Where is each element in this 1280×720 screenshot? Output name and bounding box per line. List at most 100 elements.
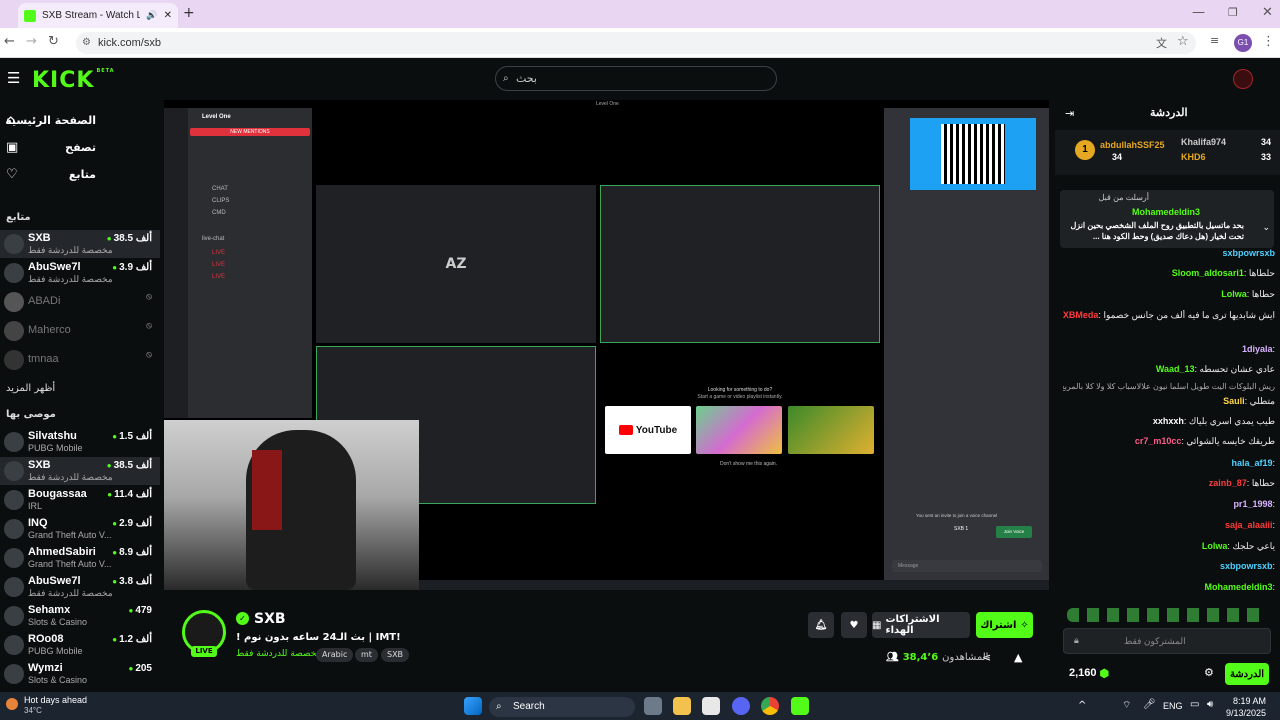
- channel-points[interactable]: 2,160 ⬢: [1069, 667, 1109, 680]
- following-channel-abuswe7l[interactable]: AbuSwe7l مخصصة للدردشة فقط 3.9 ألف: [0, 259, 160, 287]
- reload-icon[interactable]: ↻: [48, 34, 59, 49]
- recommended-channel[interactable]: AbuSwe7l مخصصة للدردشة فقط 3.8 ألف: [0, 573, 160, 601]
- forward-icon[interactable]: →: [26, 34, 37, 49]
- channel-name[interactable]: SXB: [254, 611, 286, 627]
- send-chat-button[interactable]: الدردشة: [1225, 663, 1269, 685]
- recommended-channel[interactable]: Silvatshu PUBG Mobile 1.5 ألف: [0, 428, 160, 456]
- chat-username[interactable]: Lolwa: [1221, 289, 1247, 299]
- chat-username[interactable]: pr1_1998: [1233, 499, 1272, 509]
- taskbar-search[interactable]: ⌕ Search: [489, 697, 635, 717]
- following-channel-maherco[interactable]: Maherco ⦸: [0, 317, 160, 345]
- chat-username[interactable]: Waad_13: [1156, 364, 1195, 374]
- recommended-channel[interactable]: AhmedSabiri Grand Theft Auto V... 8.9 أل…: [0, 544, 160, 572]
- extensions-icon[interactable]: ≡: [1210, 34, 1219, 47]
- expand-pinned-icon[interactable]: ⌄: [1262, 222, 1270, 233]
- tag[interactable]: SXB: [381, 648, 410, 662]
- viewers-icon: 👥︎: [886, 652, 899, 663]
- video-player[interactable]: Level One NEW MENTIONS CHAT CLIPS CMD li…: [164, 100, 1049, 590]
- chat-username[interactable]: Sauli: [1223, 396, 1245, 406]
- channel-name: Silvatshu: [28, 430, 77, 442]
- chat-message: ريش البلوكات اليت طويل اسلما نيون علالاس…: [1063, 382, 1275, 391]
- recommended-channel[interactable]: Sehamx Slots & Casino 479: [0, 602, 160, 630]
- chat-username[interactable]: xxhxxh: [1153, 416, 1184, 426]
- chat-username[interactable]: Sloom_aldosari1: [1172, 268, 1244, 278]
- chat-username[interactable]: SXBMeda: [1063, 310, 1098, 320]
- new-tab-button[interactable]: +: [183, 5, 195, 21]
- search-input[interactable]: ⌕ بحث: [495, 66, 777, 91]
- clock-time[interactable]: 8:19 AM: [1222, 696, 1266, 706]
- kick-logo[interactable]: KICK BETA: [32, 68, 115, 93]
- chat-username[interactable]: zainb_87: [1209, 478, 1247, 488]
- chat-username[interactable]: saja_alaaiii: [1225, 520, 1273, 530]
- tray-network-icon[interactable]: ▭: [1190, 699, 1199, 710]
- recommended-channel[interactable]: Bougassaa IRL 11.4 ألف: [0, 486, 160, 514]
- following-channel-sxb[interactable]: SXB مخصصة للدردشة فقط 38.5 ألف: [0, 230, 160, 258]
- recommended-channel[interactable]: ROo08 PUBG Mobile 1.2 ألف: [0, 631, 160, 659]
- send-chat-label: الدردشة: [1229, 668, 1265, 680]
- avatar: [4, 292, 24, 312]
- store-icon[interactable]: [702, 697, 720, 715]
- kick-app-icon[interactable]: [791, 697, 809, 715]
- nav-browse[interactable]: ▣ تصفح: [0, 134, 160, 160]
- chat-username[interactable]: sxbpowrsxb: [1220, 561, 1273, 571]
- following-channel-abadi[interactable]: ABADi ⦸: [0, 288, 160, 316]
- recommended-channel[interactable]: SXB مخصصة للدردشة فقط 38.5 ألف: [0, 457, 160, 485]
- tab-mute-icon[interactable]: 🔊: [146, 10, 157, 21]
- windows-start-icon[interactable]: [464, 697, 482, 715]
- tray-volume-icon[interactable]: 🔊︎: [1207, 699, 1213, 710]
- emote-bar[interactable]: [1067, 608, 1267, 622]
- notification-bell-button[interactable]: 🔔︎: [808, 612, 834, 638]
- translate-icon[interactable]: 文: [1156, 35, 1167, 51]
- chrome-icon[interactable]: [761, 697, 779, 715]
- chat-username[interactable]: hala_af19: [1231, 458, 1272, 468]
- follow-heart-button[interactable]: ♥: [841, 612, 867, 638]
- back-icon[interactable]: ←: [4, 34, 15, 49]
- tag[interactable]: mt: [355, 648, 378, 662]
- site-info-icon[interactable]: ⚙: [82, 32, 91, 54]
- following-channel-tmnaa[interactable]: tmnaa ⦸: [0, 346, 160, 374]
- profile-avatar[interactable]: G1: [1234, 34, 1252, 52]
- user-avatar[interactable]: [1233, 69, 1253, 89]
- chat-text: ايش شابديها ترى ما فيه ألف من جانس خصموا: [1103, 310, 1275, 320]
- clock-date[interactable]: 9/13/2025: [1222, 708, 1266, 718]
- discord-icon[interactable]: [732, 697, 750, 715]
- nav-home[interactable]: ⌂ الصفحة الرئيسية: [0, 107, 160, 133]
- chat-username[interactable]: Mohamedeldin3: [1204, 582, 1272, 592]
- stream-category[interactable]: مخصصة للدردشة فقط: [236, 649, 321, 659]
- tray-wifi-icon[interactable]: ⌔: [1122, 699, 1131, 712]
- menu-kebab-icon[interactable]: ⋮: [1262, 34, 1275, 49]
- viewers-value: 38,4٬6: [902, 652, 939, 663]
- chat-username[interactable]: 1diyala: [1242, 344, 1273, 354]
- hamburger-menu-icon[interactable]: ☰: [7, 69, 20, 87]
- task-view-icon[interactable]: [644, 697, 662, 715]
- file-explorer-icon[interactable]: [673, 697, 691, 715]
- subscribe-button[interactable]: اشتراك ✧: [976, 612, 1033, 638]
- bookmark-star-icon[interactable]: ☆: [1177, 34, 1189, 49]
- channel-name: ROo08: [28, 633, 64, 645]
- close-window-icon[interactable]: ✕: [1262, 5, 1273, 20]
- browser-tab[interactable]: SXB Stream - Watch Live on 🔊 ✕: [18, 3, 178, 28]
- chat-settings-icon[interactable]: ⚙: [1204, 666, 1214, 679]
- recommended-channel[interactable]: Wymzi Slots & Casino 205: [0, 660, 160, 688]
- pinned-message[interactable]: أرسلت من قبل Mohamedeldin3 بحد ماتسيل با…: [1060, 190, 1274, 248]
- language-indicator[interactable]: ENG: [1163, 701, 1183, 711]
- discord-window-title: Level One: [596, 101, 619, 107]
- chat-message: ايش شابديها ترى ما فيه ألف من جانس خصموا…: [1063, 310, 1275, 321]
- restore-icon[interactable]: ❐: [1228, 6, 1238, 19]
- recommended-channel[interactable]: INQ Grand Theft Auto V... 2.9 ألف: [0, 515, 160, 543]
- report-icon[interactable]: ▲: [1014, 651, 1022, 664]
- show-more-link[interactable]: أظهر المزيد: [6, 383, 55, 394]
- tab-close-icon[interactable]: ✕: [164, 10, 172, 21]
- minimize-icon[interactable]: —: [1192, 5, 1205, 20]
- chat-input[interactable]: 🔒︎ المشتركون فقط: [1063, 628, 1271, 654]
- collapse-chat-icon[interactable]: ⇥: [1065, 107, 1074, 120]
- tray-mic-icon[interactable]: 🎤︎: [1143, 699, 1156, 710]
- tray-chevron-icon[interactable]: ^: [1078, 700, 1086, 711]
- url-input[interactable]: ⚙ kick.com/sxb: [76, 32, 1196, 54]
- tag[interactable]: Arabic: [316, 648, 354, 662]
- nav-following[interactable]: ♡ متابع: [0, 161, 160, 187]
- chat-username[interactable]: sxbpowrsxb: [1222, 248, 1275, 258]
- chat-username[interactable]: Lolwa: [1202, 541, 1228, 551]
- chat-username[interactable]: cr7_m10cc: [1135, 436, 1182, 446]
- gift-subs-button[interactable]: ▦ الاشتراكات الهداء: [872, 612, 970, 638]
